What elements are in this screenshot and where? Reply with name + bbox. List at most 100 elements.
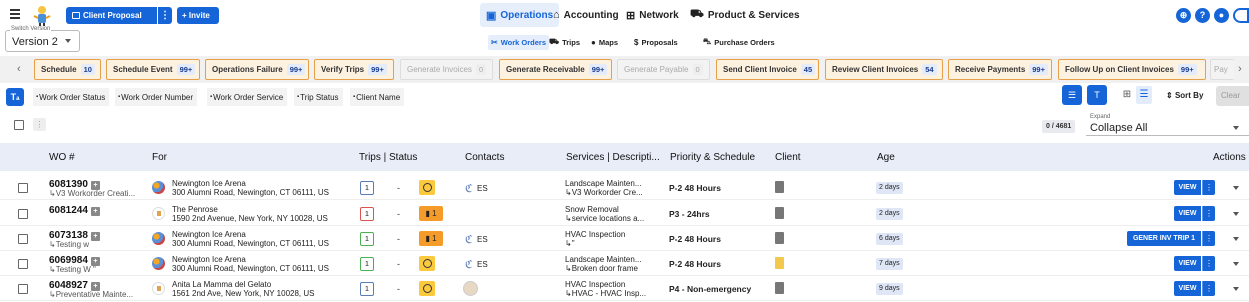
trip-status-badge[interactable] xyxy=(419,180,435,195)
column-header-wo[interactable]: WO # xyxy=(49,152,75,163)
table-row[interactable]: 6081390 + ↳V3 Workorder Creati... Newingt… xyxy=(0,177,1249,200)
chevron-left-icon[interactable]: ‹ xyxy=(17,63,21,75)
status-chip-review-client-invoices[interactable]: Review Client Invoices 54 xyxy=(825,59,943,80)
contact-initials[interactable]: ES xyxy=(477,260,488,269)
version-select[interactable]: Switch Version Version 2 xyxy=(5,26,80,52)
location-name[interactable]: Anita La Mamma del Gelato xyxy=(172,280,271,289)
table-row[interactable]: 6073138 + ↳Testing w Newington Ice Arena … xyxy=(0,228,1249,251)
filter-toggle-button[interactable]: Ta xyxy=(6,88,24,106)
column-settings-button[interactable]: ☰ xyxy=(1062,85,1082,105)
subnav-work-orders[interactable]: ✂ Work Orders xyxy=(488,35,549,50)
client-proposal-button[interactable]: Client Proposal xyxy=(66,7,157,24)
table-row[interactable]: 6081244 + The Penrose 1590 2nd Avenue, Ne… xyxy=(0,203,1249,226)
nav-network[interactable]: ⊞ Network xyxy=(626,3,679,27)
contact-initials[interactable]: ES xyxy=(477,184,488,193)
list-view-icon[interactable]: ☰ xyxy=(1136,86,1152,104)
menu-icon[interactable] xyxy=(10,9,20,21)
trip-count-badge[interactable]: 1 xyxy=(360,181,374,195)
trip-status-badge[interactable] xyxy=(419,281,435,296)
status-chip-schedule[interactable]: Schedule 10 xyxy=(34,59,101,80)
trip-count-badge[interactable]: 1 xyxy=(360,207,374,221)
column-header-age[interactable]: Age xyxy=(877,152,895,163)
wo-number[interactable]: 6081244 + xyxy=(49,205,100,216)
status-chip-operations-failure[interactable]: Operations Failure 99+ xyxy=(205,59,309,80)
row-checkbox[interactable] xyxy=(18,259,28,269)
trip-count-badge[interactable]: 1 xyxy=(360,232,374,246)
expand-row-icon[interactable] xyxy=(1233,237,1239,241)
row-action-menu-button[interactable]: ⋮ xyxy=(1202,256,1215,271)
invite-button[interactable]: + Invite xyxy=(177,7,219,24)
column-header-trips-status[interactable]: Trips | Status xyxy=(359,152,417,163)
status-chip-generate-receivable[interactable]: Generate Receivable 99+ xyxy=(499,59,612,80)
row-checkbox[interactable] xyxy=(18,234,28,244)
filter-chip-work-order-service[interactable]: ▪ Work Order Service xyxy=(207,88,288,106)
subnav-proposals[interactable]: $ Proposals xyxy=(634,35,678,49)
client-document-icon[interactable] xyxy=(775,232,784,244)
table-row[interactable]: 6048927 + ↳Preventative Mainte... Anita L… xyxy=(0,278,1249,301)
column-header-services[interactable]: Services | Descripti... xyxy=(566,152,660,163)
column-header-for[interactable]: For xyxy=(152,152,167,163)
column-header-priority[interactable]: Priority & Schedule xyxy=(670,152,755,163)
client-proposal-menu-button[interactable]: ⋮ xyxy=(158,7,172,24)
row-checkbox[interactable] xyxy=(18,209,28,219)
trip-status-badge[interactable]: ▮ 1 xyxy=(419,231,443,246)
expand-row-icon[interactable] xyxy=(1233,287,1239,291)
expand-row-icon[interactable] xyxy=(1233,262,1239,266)
nav-product-services[interactable]: ⛟ Product & Services xyxy=(690,3,800,27)
row-action-menu-button[interactable]: ⋮ xyxy=(1202,206,1215,221)
table-row[interactable]: 6069984 + ↳Testing W " Newington Ice Aren… xyxy=(0,253,1249,276)
column-header-contacts[interactable]: Contacts xyxy=(465,152,504,163)
trip-status-badge[interactable]: ▮ 1 xyxy=(419,206,443,221)
filter-options-button[interactable]: T xyxy=(1087,85,1107,105)
status-chip-send-client-invoice[interactable]: Send Client Invoice 45 xyxy=(716,59,819,80)
status-chip-follow-up-client-invoices[interactable]: Follow Up on Client Invoices 99+ xyxy=(1058,59,1206,80)
filter-chip-client-name[interactable]: ▪ Client Name xyxy=(350,88,405,106)
client-document-icon[interactable] xyxy=(775,207,784,219)
contact-avatar[interactable] xyxy=(463,281,478,296)
location-name[interactable]: Newington Ice Arena xyxy=(172,255,246,264)
row-action-button[interactable]: VIEW xyxy=(1174,206,1201,221)
client-document-icon[interactable] xyxy=(775,181,784,193)
row-checkbox[interactable] xyxy=(18,284,28,294)
row-checkbox[interactable] xyxy=(18,183,28,193)
client-document-icon[interactable] xyxy=(775,282,784,294)
status-chip-schedule-event[interactable]: Schedule Event 99+ xyxy=(106,59,200,80)
status-chip-pay[interactable]: Pay xyxy=(1210,59,1234,80)
location-name[interactable]: Newington Ice Arena xyxy=(172,230,246,239)
add-circle-icon[interactable]: ⊕ xyxy=(1176,8,1191,23)
contact-initials[interactable]: ES xyxy=(477,235,488,244)
location-name[interactable]: The Penrose xyxy=(172,205,218,214)
bulk-actions-button[interactable]: ⋮ xyxy=(33,118,46,131)
status-chip-receive-payments[interactable]: Receive Payments 99+ xyxy=(948,59,1052,80)
location-name[interactable]: Newington Ice Arena xyxy=(172,179,246,188)
client-document-icon[interactable] xyxy=(775,257,784,269)
expand-select[interactable]: Expand Collapse All xyxy=(1086,114,1249,136)
filter-chip-work-order-status[interactable]: ▪ Work Order Status xyxy=(33,88,110,106)
status-chip-verify-trips[interactable]: Verify Trips 99+ xyxy=(314,59,394,80)
nav-accounting[interactable]: ⌂ Accounting xyxy=(553,3,619,27)
nav-operations[interactable]: ▣ Operations xyxy=(480,3,560,27)
subnav-purchase-orders[interactable]: ⛍ Purchase Orders xyxy=(703,35,775,49)
more-icon[interactable] xyxy=(1233,8,1249,23)
grid-view-icon[interactable]: ⊞ xyxy=(1119,86,1135,104)
column-header-client[interactable]: Client xyxy=(775,152,801,163)
trip-count-badge[interactable]: 1 xyxy=(360,257,374,271)
expand-row-icon[interactable] xyxy=(1233,186,1239,190)
trip-status-badge[interactable] xyxy=(419,256,435,271)
expand-row-icon[interactable] xyxy=(1233,212,1239,216)
filter-chip-trip-status[interactable]: ▪ Trip Status xyxy=(294,88,343,106)
chevron-right-icon[interactable]: › xyxy=(1238,63,1242,75)
select-all-checkbox[interactable] xyxy=(14,120,24,130)
filter-chip-work-order-number[interactable]: ▪ Work Order Number xyxy=(115,88,198,106)
trip-count-badge[interactable]: 1 xyxy=(360,282,374,296)
row-action-button[interactable]: VIEW xyxy=(1174,256,1201,271)
row-action-menu-button[interactable]: ⋮ xyxy=(1202,231,1215,246)
subnav-trips[interactable]: ⛟ Trips xyxy=(549,35,580,49)
row-action-button[interactable]: VIEW xyxy=(1174,281,1201,296)
row-action-button[interactable]: VIEW xyxy=(1174,180,1201,195)
row-action-menu-button[interactable]: ⋮ xyxy=(1202,281,1215,296)
row-action-button[interactable]: GENER INV TRIP 1 xyxy=(1127,231,1201,246)
add-icon[interactable]: + xyxy=(90,207,100,216)
clear-button[interactable]: Clear xyxy=(1216,86,1249,106)
chat-icon[interactable]: ● xyxy=(1214,8,1229,23)
